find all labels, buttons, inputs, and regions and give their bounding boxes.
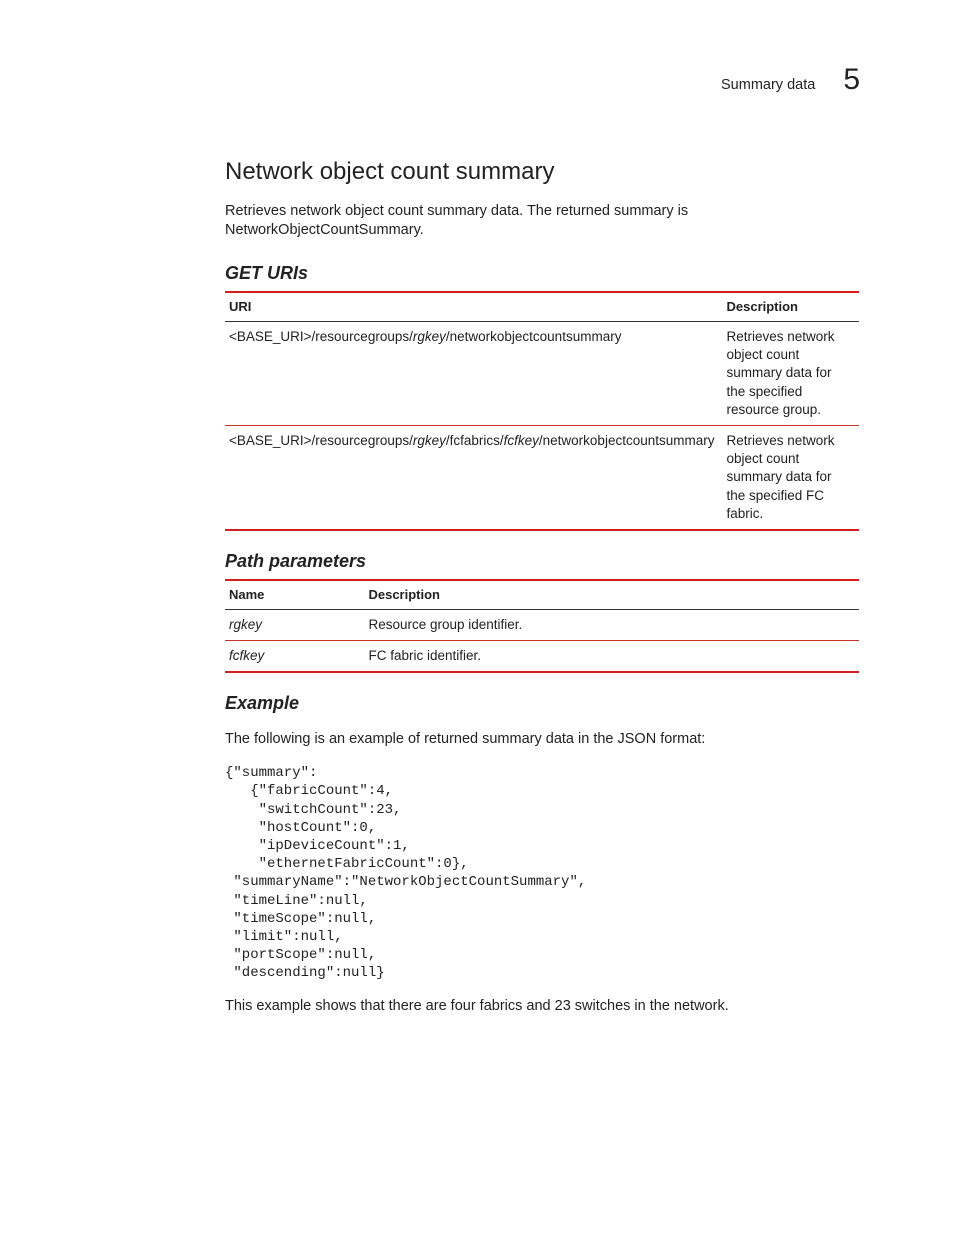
description-column-header: Description [722,292,859,321]
table-row: <BASE_URI>/resourcegroups/rgkey/fcfabric… [225,425,859,530]
uri-param: fcfkey [504,433,539,448]
example-code-block: {"summary": {"fabricCount":4, "switchCou… [225,764,859,982]
example-lead: The following is an example of returned … [225,730,859,750]
description-cell: Retrieves network object count summary d… [722,425,859,530]
get-uris-heading: GET URIs [225,261,859,285]
uri-param: rgkey [413,433,446,448]
table-row: <BASE_URI>/resourcegroups/rgkey/networko… [225,321,859,425]
table-row: rgkey Resource group identifier. [225,609,859,640]
running-title: Summary data [721,76,815,96]
param-name-cell: fcfkey [225,641,364,673]
description-column-header: Description [364,580,859,609]
running-header: Summary data 5 [225,60,859,101]
table-row: fcfkey FC fabric identifier. [225,641,859,673]
uri-text: <BASE_URI>/resourcegroups/ [229,329,413,344]
name-column-header: Name [225,580,364,609]
uri-text: /fcfabrics/ [446,433,504,448]
example-heading: Example [225,691,859,715]
path-parameters-heading: Path parameters [225,549,859,573]
section-intro: Retrieves network object count summary d… [225,202,859,241]
param-description-cell: Resource group identifier. [364,609,859,640]
section-title: Network object count summary [225,156,859,188]
uri-column-header: URI [225,292,722,321]
description-cell: Retrieves network object count summary d… [722,321,859,425]
uri-text: /networkobjectcountsummary [446,329,622,344]
uri-param: rgkey [413,329,446,344]
path-parameters-table: Name Description rgkey Resource group id… [225,579,859,673]
uri-text: /networkobjectcountsummary [539,433,715,448]
example-note: This example shows that there are four f… [225,997,859,1017]
param-name-cell: rgkey [225,609,364,640]
uri-text: <BASE_URI>/resourcegroups/ [229,433,413,448]
page: Summary data 5 Network object count summ… [0,0,954,1235]
get-uris-table: URI Description <BASE_URI>/resourcegroup… [225,291,859,531]
chapter-number: 5 [843,60,859,101]
param-description-cell: FC fabric identifier. [364,641,859,673]
uri-cell: <BASE_URI>/resourcegroups/rgkey/fcfabric… [225,425,722,530]
uri-cell: <BASE_URI>/resourcegroups/rgkey/networko… [225,321,722,425]
